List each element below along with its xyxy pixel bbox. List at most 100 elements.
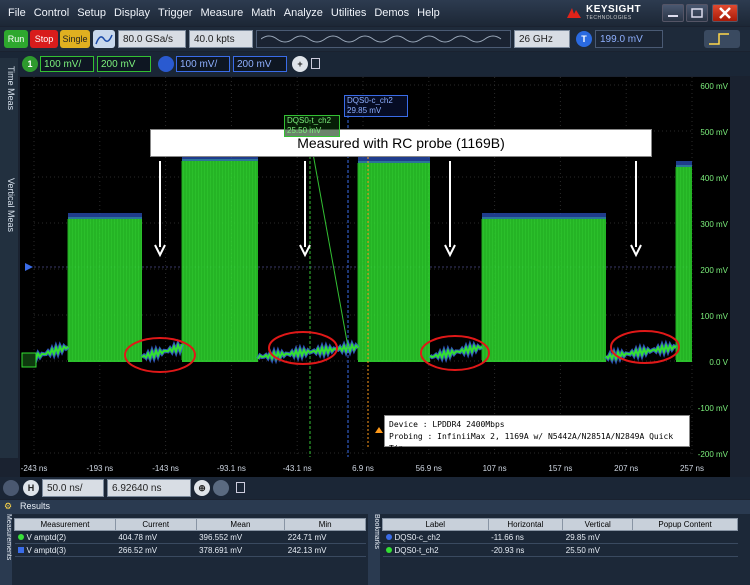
time-pin-icon[interactable] [236, 482, 245, 493]
col-popup: Popup Content [632, 518, 738, 531]
menu-setup[interactable]: Setup [77, 7, 106, 19]
x-tick-label: 107 ns [483, 464, 507, 473]
x-tick-label: 6.9 ns [352, 464, 374, 473]
x-tick-label: -243 ns [21, 464, 48, 473]
minimize-button[interactable] [662, 4, 684, 22]
menu-utilities[interactable]: Utilities [331, 7, 366, 19]
time-position-field[interactable]: 6.92640 ns [107, 479, 191, 497]
delay-icon[interactable] [213, 480, 229, 496]
menu-display[interactable]: Display [114, 7, 150, 19]
menu-file[interactable]: File [8, 7, 26, 19]
menu-math[interactable]: Math [251, 7, 275, 19]
trigger-level-field[interactable]: 199.0 mV [595, 30, 663, 48]
x-tick-label: -193 ns [86, 464, 113, 473]
burst-top-edge [482, 213, 606, 219]
autoscale-button[interactable] [93, 30, 115, 48]
results-header: ⚙ Results [0, 500, 750, 514]
single-button[interactable]: Single [60, 30, 90, 48]
bandwidth-field[interactable]: 26 GHz [514, 30, 570, 48]
x-tick-label: -93.1 ns [217, 464, 246, 473]
ch1-offset-field[interactable]: 200 mV [97, 56, 151, 72]
current-value: 404.78 mV [115, 530, 197, 544]
results-title: Results [20, 501, 51, 511]
ch2-scale-field[interactable]: 100 mV/ [176, 56, 230, 72]
marker-c-name: DQS0-c_ch2 [347, 96, 393, 105]
table-row[interactable]: DQS0-c_ch2 -11.66 ns 29.85 mV [382, 530, 738, 544]
measurement-name: V amptd(3) [26, 545, 67, 555]
info-device: Device : LPDDR4 2400Mbps [389, 420, 505, 429]
x-tick-label: 157 ns [548, 464, 572, 473]
time-meas-tab[interactable]: Time Meas [2, 66, 16, 110]
vertical-meas-tab[interactable]: Vertical Meas [2, 178, 16, 232]
y-tick-label: 500 mV [700, 128, 728, 137]
menu-demos[interactable]: Demos [374, 7, 409, 19]
marker-c-value: 29.85 mV [347, 106, 382, 115]
table-row[interactable]: V amptd(3) 266.52 mV 378.691 mV 242.13 m… [14, 543, 366, 557]
col-min: Min [284, 518, 366, 531]
y-tick-label: -100 mV [698, 404, 729, 413]
measurements-tab[interactable]: Measurements [0, 514, 12, 585]
horizontal-badge[interactable]: H [23, 480, 39, 496]
annotation-banner: Measured with RC probe (1169B) [150, 129, 652, 157]
y-tick-label: 400 mV [700, 174, 728, 183]
maximize-button[interactable] [686, 4, 708, 22]
channel-toolbar: 1 100 mV/ 200 mV 100 mV/ 200 mV + [0, 52, 750, 76]
trigger-position-marker[interactable] [375, 427, 383, 433]
autoscale-icon [95, 34, 113, 45]
ch2-offset-field[interactable]: 200 mV [233, 56, 287, 72]
channel-1-badge[interactable]: 1 [22, 56, 38, 72]
results-gear-icon[interactable]: ⚙ [4, 501, 12, 512]
marker-vertical: 25.50 mV [562, 543, 633, 557]
waveform-display[interactable]: 600 mV 500 mV 400 mV 300 mV 200 mV 100 mV 0.0 … [20, 77, 730, 477]
sample-rate-field[interactable]: 80.0 GSa/s [118, 30, 186, 48]
pin-icon[interactable] [311, 58, 320, 69]
marker-t-name: DQS0-t_ch2 [287, 116, 332, 125]
marker-dqs0-t-label[interactable]: DQS0-t_ch2 25.50 mV [284, 115, 340, 137]
zoom-icon[interactable]: ⊕ [194, 480, 210, 496]
burst-top-edge [358, 157, 430, 163]
mean-value: 396.552 mV [196, 530, 285, 544]
min-value: 242.13 mV [284, 543, 366, 557]
trigger-settings-button[interactable] [704, 30, 740, 48]
menu-trigger[interactable]: Trigger [158, 7, 192, 19]
trigger-level-marker[interactable] [25, 263, 33, 271]
memory-depth-field[interactable]: 40.0 kpts [189, 30, 253, 48]
table-row[interactable]: DQS0-t_ch2 -20.93 ns 25.50 mV [382, 543, 738, 557]
timebase-bar: H 50.0 ns/ 6.92640 ns ⊕ [0, 477, 750, 499]
ch1-scale-field[interactable]: 100 mV/ [40, 56, 94, 72]
table-row[interactable]: V amptd(2) 404.78 mV 396.552 mV 224.71 m… [14, 530, 366, 544]
bookmarks-tab[interactable]: Bookmarks [368, 514, 380, 585]
marker-popup [632, 543, 738, 557]
col-measurement: Measurement [14, 518, 116, 531]
trigger-icon[interactable]: T [576, 31, 592, 47]
x-tick-label: 207 ns [614, 464, 638, 473]
menu-measure[interactable]: Measure [200, 7, 243, 19]
time-scale-field[interactable]: 50.0 ns/ [42, 479, 104, 497]
marker-label: DQS0-c_ch2 [394, 532, 441, 542]
info-probing: Probing : InfiniiMax 2, 1169A w/ N5442A/… [389, 432, 674, 453]
scroll-left-icon[interactable] [3, 480, 19, 496]
maximize-icon [691, 8, 703, 18]
acquisition-toolbar: Run Stop Single 80.0 GSa/s 40.0 kpts 26 … [0, 27, 750, 51]
run-button[interactable]: Run [4, 30, 28, 48]
marker-label: DQS0-t_ch2 [394, 545, 439, 555]
col-label: Label [382, 518, 489, 531]
measurements-table: Measurement Current Mean Min V amptd(2) … [14, 518, 366, 557]
close-button[interactable] [712, 4, 738, 22]
marker-dqs0-c-label[interactable]: DQS0-c_ch2 29.85 mV [344, 95, 408, 117]
status-dot-icon [17, 534, 24, 541]
ch1-ground-marker[interactable] [21, 352, 37, 368]
keysight-wave-icon [567, 8, 581, 18]
marker-t-leader [309, 136, 349, 348]
close-icon [719, 7, 731, 19]
y-tick-label: 0.0 V [709, 358, 728, 367]
minimize-icon [668, 15, 678, 17]
menu-control[interactable]: Control [34, 7, 69, 19]
menu-analyze[interactable]: Analyze [284, 7, 323, 19]
marker-dot-icon [385, 534, 392, 541]
channel-2-badge[interactable] [158, 56, 174, 72]
stop-button[interactable]: Stop [30, 30, 58, 48]
add-channel-icon[interactable]: + [292, 56, 308, 72]
marker-horizontal: -11.66 ns [488, 530, 563, 544]
menu-help[interactable]: Help [417, 7, 440, 19]
